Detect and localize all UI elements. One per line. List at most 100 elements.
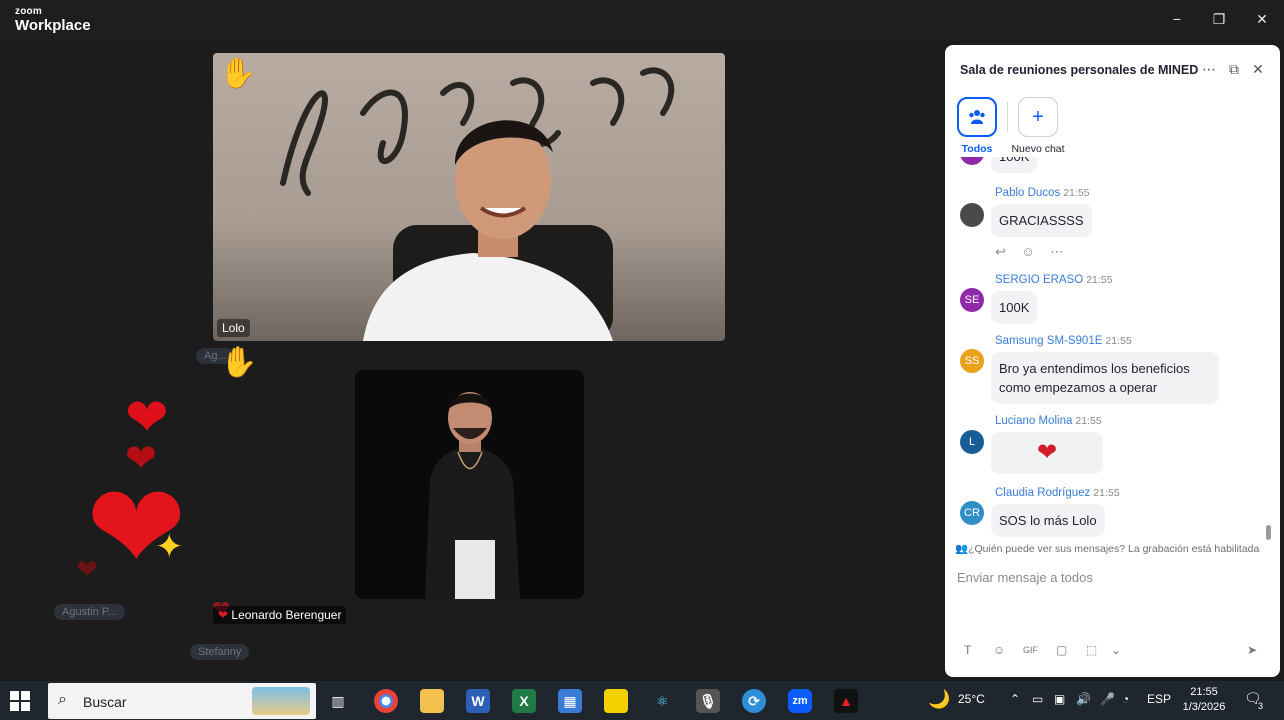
tab-new-chat-label: Nuevo chat	[1011, 143, 1065, 155]
send-icon[interactable]: ➤	[1247, 643, 1257, 657]
sender-name: SERGIO ERASO	[995, 274, 1084, 286]
close-window-button[interactable]: ✕	[1250, 8, 1274, 30]
taskbar-search-label: Buscar	[83, 694, 127, 710]
chat-privacy-notice[interactable]: 👥¿Quién puede ver sus mensajes? La graba…	[955, 542, 1275, 555]
video-tile-main[interactable]: Lolo ✋	[213, 53, 725, 341]
chevron-down-icon[interactable]: ⌄	[1111, 643, 1121, 657]
react-app-icon[interactable]: ⚛	[650, 689, 674, 713]
screenshot-icon[interactable]: ⬚	[1086, 643, 1097, 657]
participant-name-main: Lolo	[217, 319, 250, 337]
weather-temp[interactable]: 25°C	[958, 692, 985, 706]
sender-name: Claudia Rodríguez	[995, 487, 1091, 499]
message-time: 21:55	[1075, 415, 1102, 427]
message-actions[interactable]: ↩ ☺ ⋯	[995, 244, 1069, 260]
avatar	[960, 203, 984, 227]
calculator-icon[interactable]: ▦	[558, 689, 582, 713]
chat-panel: Sala de reuniones personales de MINED ⋯ …	[945, 45, 1280, 677]
scrollbar-thumb[interactable]	[1266, 525, 1271, 540]
more-options-icon[interactable]: ⋯	[1200, 60, 1218, 78]
zoom-logo: zoom Workplace	[15, 6, 91, 35]
tab-todos-label: Todos	[961, 143, 993, 155]
wifi-icon[interactable]: ◔	[1122, 692, 1129, 706]
microphone-icon[interactable]: 🎤	[1100, 692, 1115, 706]
battery-icon[interactable]: ▭	[1032, 692, 1043, 706]
chat-header: Sala de reuniones personales de MINED ⋯ …	[945, 45, 1280, 95]
composer-toolbar: T ☺ GIF ▢ ⬚ ⌄ ➤	[945, 643, 1280, 669]
tab-todos-button[interactable]	[957, 97, 997, 137]
message-text: Bro ya entendimos los beneficios como em…	[991, 352, 1219, 404]
refresh-app-icon[interactable]: ⟳	[742, 689, 766, 713]
taskbar-search[interactable]: ⌕ Buscar	[48, 683, 316, 719]
adobe-app-icon[interactable]: ▲	[834, 689, 858, 713]
language-indicator[interactable]: ESP	[1147, 692, 1171, 706]
zoom-window: zoom Workplace − ❐ ✕ Lolo ✋ Ag... ✋ ❤ ❤ …	[0, 0, 1284, 680]
brand-small: zoom	[15, 6, 42, 17]
message-sender: Luciano Molina 21:55	[995, 415, 1102, 427]
participant-name-ghost-1: Agustin P...	[54, 604, 125, 620]
search-icon: ⌕	[58, 691, 67, 708]
emoji-icon[interactable]: ☺	[993, 643, 1005, 657]
gif-icon[interactable]: GIF	[1023, 645, 1038, 655]
maximize-button[interactable]: ❐	[1207, 8, 1231, 30]
popout-icon[interactable]: ⧉	[1225, 60, 1243, 78]
tray-chevron-up-icon[interactable]: ⌃	[1010, 692, 1020, 706]
message-text: GRACIASSSS	[991, 204, 1092, 237]
message-sender: Samsung SM-S901E 21:55	[995, 335, 1132, 347]
participant-video	[425, 392, 520, 599]
video-stage: Lolo ✋ Ag... ✋ ❤ ❤ ❤ ✦ ❤ ❤ Agustin P... …	[0, 40, 944, 680]
avatar: L	[960, 430, 984, 454]
chat-scrollbar[interactable]	[1266, 160, 1271, 540]
plus-icon: +	[1032, 106, 1044, 128]
taskbar-clock[interactable]: 21:55 1/3/2026	[1176, 685, 1232, 715]
minimize-button[interactable]: −	[1165, 8, 1189, 30]
word-icon[interactable]: W	[466, 689, 490, 713]
format-text-icon[interactable]: T	[964, 643, 971, 657]
message-text: SOS lo más Lolo	[991, 504, 1105, 537]
people-icon: 👥	[955, 543, 969, 555]
sticky-notes-icon[interactable]	[604, 689, 628, 713]
message-text: 100K	[991, 157, 1038, 173]
message-sender: SERGIO ERASO 21:55	[995, 274, 1112, 286]
chat-title: Sala de reuniones personales de MINED	[960, 63, 1199, 77]
camera-icon[interactable]: ▣	[1054, 692, 1065, 706]
notification-count: 3	[1258, 701, 1264, 711]
video-tile-second[interactable]	[355, 370, 584, 599]
windows-start-icon[interactable]	[10, 691, 30, 711]
participant-name-second-label: Leonardo Berenguer	[231, 608, 342, 622]
volume-icon[interactable]: 🔊	[1076, 692, 1091, 706]
message-list: 100K Pablo Ducos21:55 GRACIASSSS ↩ ☺ ⋯ S…	[945, 157, 1280, 542]
chrome-icon[interactable]	[374, 689, 398, 713]
message-time: 21:55	[1105, 335, 1132, 347]
close-chat-icon[interactable]: ✕	[1249, 60, 1267, 78]
microphone-app-icon[interactable]: 🎙	[696, 689, 720, 713]
avatar: CR	[960, 501, 984, 525]
notice-text: ¿Quién puede ver sus mensajes? La grabac…	[968, 543, 1260, 555]
message-time: 21:55	[1093, 487, 1120, 499]
message-input[interactable]: Enviar mensaje a todos	[945, 560, 1280, 630]
participant-name-ghost-2: Stefanny	[190, 644, 250, 660]
reaction-heart-icon: ❤	[218, 608, 232, 622]
message-sender: Claudia Rodríguez 21:55	[995, 487, 1120, 499]
brand-big: Workplace	[15, 17, 91, 34]
heart-reaction-icon-4: ❤	[76, 554, 98, 584]
group-icon	[969, 110, 985, 124]
raise-hand-icon-2: ✋	[220, 346, 258, 379]
task-view-icon[interactable]: ▥	[326, 689, 350, 713]
participant-name-second: ❤ Leonardo Berenguer	[213, 606, 347, 624]
chat-tabs: + Todos Nuevo chat	[945, 95, 1280, 155]
excel-icon[interactable]: X	[512, 689, 536, 713]
windows-taskbar: ⌕ Buscar ▥ W X ▦ ⚛ 🎙 ⟳ zm ▲ 🌙 25°C ⌃ ▭ ▣…	[0, 681, 1284, 720]
clock-date: 1/3/2026	[1182, 701, 1226, 713]
file-icon[interactable]: ▢	[1056, 643, 1067, 657]
sender-name: Samsung SM-S901E	[995, 335, 1103, 347]
file-explorer-icon[interactable]	[420, 689, 444, 713]
tab-new-chat-button[interactable]: +	[1018, 97, 1058, 137]
zoom-taskbar-icon[interactable]: zm	[788, 689, 812, 713]
sender-name: Luciano Molina	[995, 415, 1073, 427]
sender-name: Pablo Ducos	[995, 187, 1061, 199]
message-time: 21:55	[1063, 187, 1090, 199]
weather-moon-icon: 🌙	[928, 689, 951, 709]
tab-divider	[1007, 102, 1008, 132]
avatar: SS	[960, 349, 984, 373]
heart-reaction-icon-1: ❤	[125, 389, 169, 447]
